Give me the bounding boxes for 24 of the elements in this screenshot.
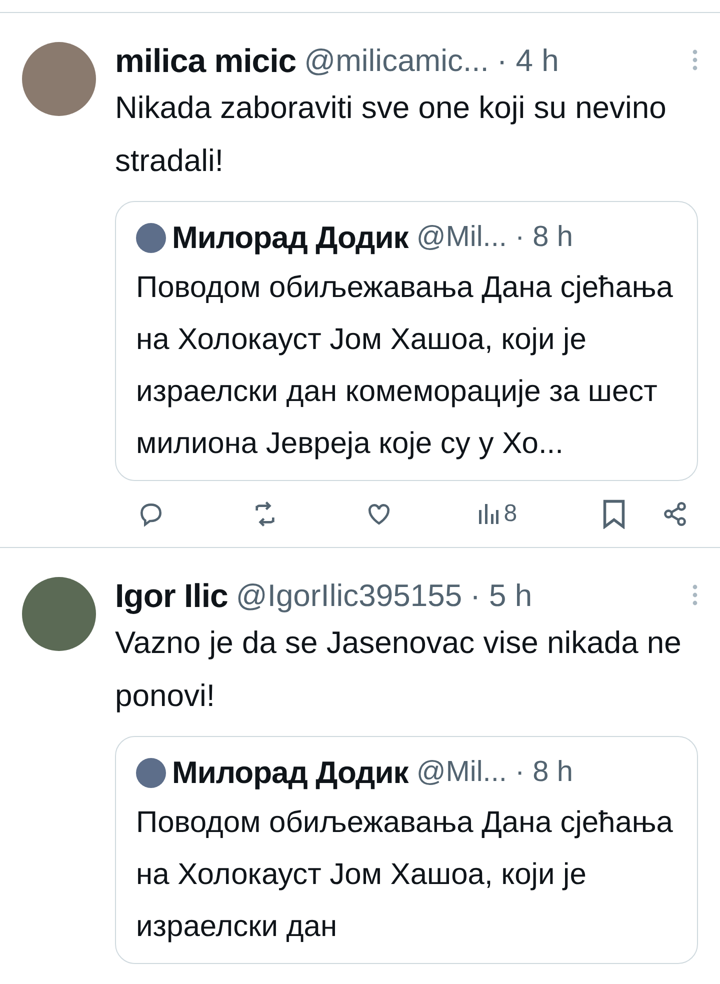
quoted-post-text: Поводом обиљежавања Дана сјећања на Холокауст Јом Хашоа, који је израелски дан: [136, 805, 674, 945]
user-name[interactable]: Igor Ilic: [115, 578, 228, 612]
quoted-avatar-photo-placeholder: [136, 223, 166, 253]
quoted-user-name: Милорад Додик: [172, 218, 408, 257]
quoted-user-handle: @Mil...: [416, 220, 507, 256]
post-text: Vazno je da se Jasenovac vise nikada ne ponovi!: [115, 624, 682, 715]
views-button[interactable]: 8: [478, 496, 518, 532]
quoted-post-time: · 8 h: [514, 220, 573, 256]
quoted-user-name: Милорад Додик: [172, 754, 408, 792]
quoted-post-text: Поводом обиљежавања Дана сјећања на Холокауст Јом Хашоа, који је израелски дан комеморације за шест милиона Јевреја које су у Хо...: [136, 270, 674, 462]
bookmark-icon[interactable]: [602, 499, 626, 529]
quoted-avatar-photo-placeholder: [136, 758, 166, 788]
post-time: · 5 h: [470, 580, 532, 610]
user-name[interactable]: milica micic: [115, 44, 296, 76]
post-text: Nikada zaboraviti sve one koji su nevino stradali!: [115, 89, 668, 180]
quoted-post-card[interactable]: Милорад Додик @Mil... · 8 h Поводом обиљежавања Дана сјећања на Холокауст Јом Хашоа, који је израелски дан: [115, 736, 698, 964]
user-handle: @milicamic...: [304, 44, 489, 76]
quoted-user-handle: @Mil...: [416, 755, 507, 790]
post-time: · 4 h: [496, 44, 559, 76]
share-icon[interactable]: [662, 501, 688, 527]
bar-chart-icon: [478, 502, 500, 526]
user-handle: @IgorIlic395155: [236, 580, 462, 610]
quoted-post-time: · 8 h: [514, 755, 573, 790]
quoted-post-card[interactable]: Милорад Додик @Mil... · 8 h Поводом обиљежавања Дана сјећања на Холокауст Јом Хашоа, који је израелски дан комеморације за шест милиона Јевреја које су у Хо...: [115, 201, 698, 481]
